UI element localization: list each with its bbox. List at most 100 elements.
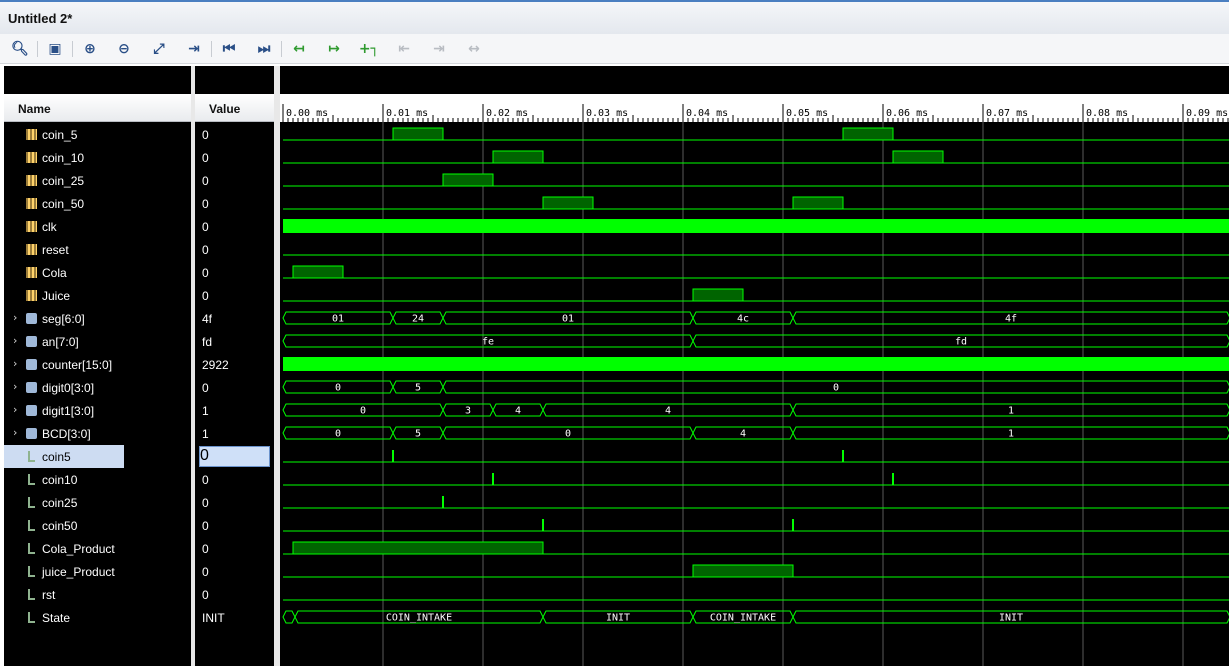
wave-juice-product-high-pulse (692, 564, 794, 578)
signal-value[interactable]: 0 (195, 215, 274, 238)
signal-row-seg-6-0[interactable]: › seg[6:0] (4, 307, 191, 330)
value-column-header[interactable]: Value (195, 94, 274, 122)
signal-value[interactable]: 0 (195, 238, 274, 261)
signal-row-coin-10[interactable]: coin_10 (4, 146, 191, 169)
internal-signal-icon (28, 520, 35, 531)
signal-value[interactable]: 0 (199, 446, 270, 467)
wave-bcd-3-0-segment-label: 5 (415, 429, 421, 440)
port-signal-icon (26, 175, 37, 186)
signal-name: counter[15:0] (42, 358, 113, 372)
signal-name: BCD[3:0] (42, 427, 91, 441)
waveform-pane[interactable]: 0.00 ms 0.01 ms 0.02 ms 0.03 ms 0.04 ms 0.05 … (280, 66, 1229, 666)
signal-row-an-7-0[interactable]: › an[7:0] (4, 330, 191, 353)
signal-row-reset[interactable]: reset (4, 238, 191, 261)
bus-signal-icon (26, 359, 37, 370)
signal-value[interactable]: INIT (195, 606, 274, 629)
wave-state-segment (282, 610, 296, 624)
signal-row-clk[interactable]: clk (4, 215, 191, 238)
signal-name: rst (42, 588, 56, 602)
signal-name: coin_5 (42, 128, 78, 142)
signal-value[interactable]: fd (195, 330, 274, 353)
zoom-fit-icon[interactable]: ⤢ (148, 38, 170, 60)
signal-row-digit1-3-0[interactable]: › digit1[3:0] (4, 399, 191, 422)
timeline-tick-label: 0.04 ms (686, 108, 728, 119)
zoom-out-icon[interactable]: ⊖ (113, 38, 135, 60)
signal-row-digit0-3-0[interactable]: › digit0[3:0] (4, 376, 191, 399)
signal-row-coin25[interactable]: coin25 (4, 491, 191, 514)
signal-value[interactable]: 0 (195, 123, 274, 146)
wave-digit0-3-0-segment-label: 5 (415, 383, 421, 394)
expand-chevron-icon[interactable]: › (13, 426, 17, 439)
signal-name: coin10 (42, 473, 78, 487)
signal-value[interactable]: 0 (195, 560, 274, 583)
wave-state-segment-label: COIN_INTAKE (386, 613, 452, 624)
next-transition-icon[interactable]: ↦ (323, 38, 345, 60)
signal-row-bcd-3-0[interactable]: › BCD[3:0] (4, 422, 191, 445)
timeline-tick-label: 0.07 ms (986, 108, 1028, 119)
window-titlebar: Untitled 2* (0, 0, 1229, 34)
previous-marker-icon[interactable]: ⇤ (393, 38, 415, 60)
signal-row-rst[interactable]: rst (4, 583, 191, 606)
signal-value[interactable]: 0 (195, 284, 274, 307)
bus-signal-icon (26, 428, 37, 439)
wave-coin-25-high-pulse (442, 173, 494, 187)
wave-state-segment-label: INIT (999, 613, 1023, 624)
zoom-in-icon[interactable]: ⊕ (79, 38, 101, 60)
expand-chevron-icon[interactable]: › (13, 357, 17, 370)
signal-row-cola[interactable]: Cola (4, 261, 191, 284)
expand-chevron-icon[interactable]: › (13, 334, 17, 347)
signal-value[interactable]: 0 (195, 491, 274, 514)
go-to-cursor-icon[interactable]: ⇥ (183, 38, 205, 60)
save-icon[interactable]: ▣ (44, 38, 66, 60)
wave-digit1-3-0-segment-label: 3 (465, 406, 471, 417)
toolbar: 🔍︎ ▣ ⊕ ⊖ ⤢ ⇥ ⏮︎ ⏭︎ ↤ ↦ +┐ ⇤ ⇥ ↔ (0, 34, 1229, 64)
expand-chevron-icon[interactable]: › (13, 311, 17, 324)
next-marker-icon[interactable]: ⇥ (428, 38, 450, 60)
signal-row-cola-product[interactable]: Cola_Product (4, 537, 191, 560)
signal-row-counter-15-0[interactable]: › counter[15:0] (4, 353, 191, 376)
signal-row-coin10[interactable]: coin10 (4, 468, 191, 491)
signal-row-juice[interactable]: Juice (4, 284, 191, 307)
signal-row-coin-5[interactable]: coin_5 (4, 123, 191, 146)
add-marker-icon[interactable]: +┐ (358, 38, 380, 60)
search-icon[interactable]: 🔍︎ (9, 38, 31, 60)
signal-value[interactable]: 2922 (195, 353, 274, 376)
waveform-canvas[interactable]: 0.00 ms 0.01 ms 0.02 ms 0.03 ms 0.04 ms 0.05 … (280, 66, 1229, 666)
signal-row-juice-product[interactable]: juice_Product (4, 560, 191, 583)
wave-digit0-3-0-segment-label: 0 (833, 383, 839, 394)
bus-signal-icon (26, 405, 37, 416)
signal-row-coin50[interactable]: coin50 (4, 514, 191, 537)
internal-signal-icon (28, 566, 35, 577)
bus-signal-icon (26, 382, 37, 393)
wave-clk-dense (283, 219, 1229, 233)
signal-value[interactable]: 0 (195, 514, 274, 537)
expand-chevron-icon[interactable]: › (13, 380, 17, 393)
signal-value[interactable]: 0 (195, 537, 274, 560)
go-to-start-icon[interactable]: ⏮︎ (218, 38, 240, 60)
signal-row-state[interactable]: State (4, 606, 191, 629)
wave-cola-high-pulse (292, 265, 344, 279)
signal-value[interactable]: 0 (195, 169, 274, 192)
name-column-header[interactable]: Name (4, 94, 191, 122)
signal-value[interactable]: 1 (195, 399, 274, 422)
signal-value[interactable]: 0 (195, 376, 274, 399)
expand-chevron-icon[interactable]: › (13, 403, 17, 416)
wave-digit1-3-0-segment-label: 4 (515, 406, 521, 417)
signal-value[interactable]: 1 (195, 422, 274, 445)
go-to-end-icon[interactable]: ⏭︎ (253, 38, 275, 60)
wave-coin-50-high-pulse (542, 196, 594, 210)
signal-value[interactable]: 0 (195, 146, 274, 169)
signal-row-coin-25[interactable]: coin_25 (4, 169, 191, 192)
previous-transition-icon[interactable]: ↤ (288, 38, 310, 60)
signal-value[interactable]: 0 (195, 583, 274, 606)
signal-value[interactable]: 0 (195, 261, 274, 284)
swap-cursors-icon[interactable]: ↔ (463, 38, 485, 60)
wave-coin-10-high-pulse (892, 150, 944, 164)
signal-value[interactable]: 4f (195, 307, 274, 330)
signal-value[interactable]: 0 (195, 192, 274, 215)
wave-seg-6-0-segment-label: 01 (332, 314, 344, 325)
signal-value[interactable]: 0 (195, 468, 274, 491)
signal-row-coin5[interactable]: coin5 (4, 445, 124, 468)
signal-row-coin-50[interactable]: coin_50 (4, 192, 191, 215)
wave-an-7-0-segment-label: fe (482, 337, 494, 348)
